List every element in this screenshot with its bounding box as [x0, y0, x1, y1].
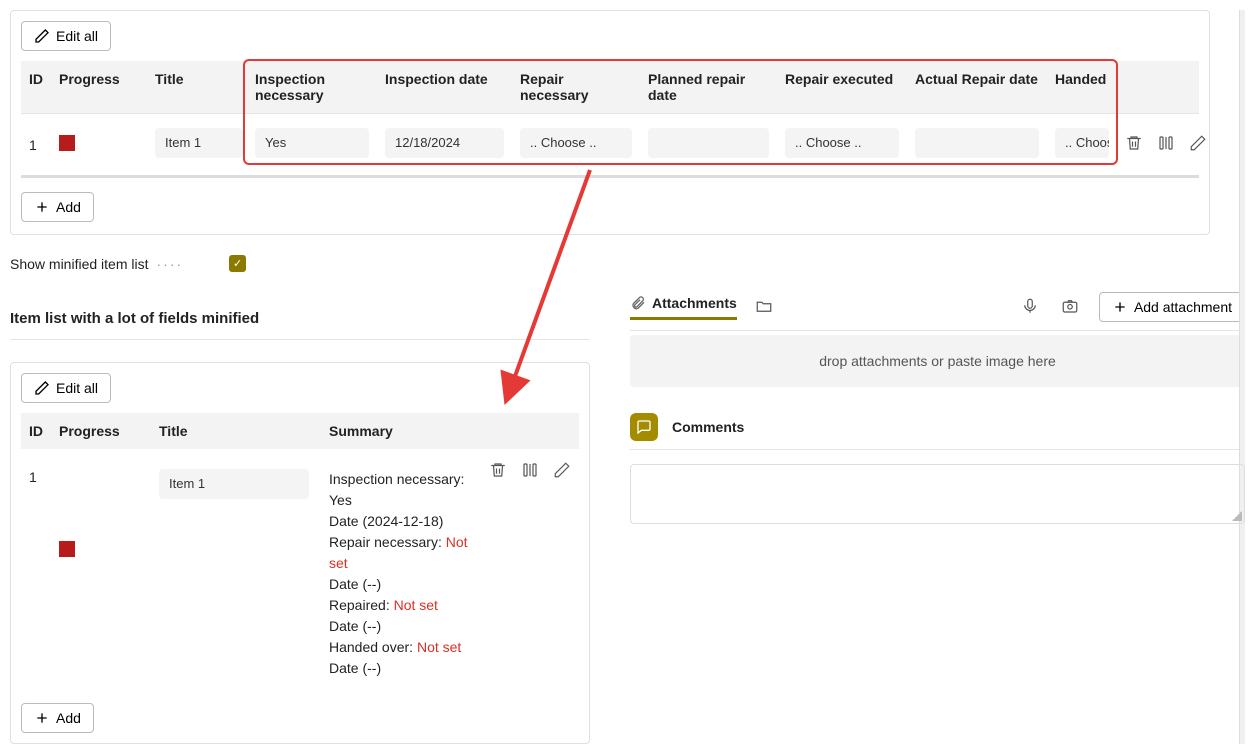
items-table-full: ID Progress Title Inspection necessary I… — [21, 61, 1199, 178]
col-id: ID — [21, 413, 51, 449]
item-list-panel-full: Edit all ID Progress Title Inspection ne… — [10, 10, 1210, 235]
cell-id: 1 — [21, 127, 51, 163]
toggle-dots-icon: ···· — [157, 256, 184, 272]
delete-row-button[interactable] — [1123, 132, 1145, 157]
edit-all-label: Edit all — [56, 380, 98, 396]
col-actions — [489, 413, 579, 449]
col-progress: Progress — [51, 61, 147, 113]
planned-repair-date-input[interactable] — [648, 128, 769, 158]
columns-icon — [521, 461, 539, 479]
edit-all-button[interactable]: Edit all — [21, 21, 111, 51]
mini-table-header: ID Progress Title Summary — [21, 413, 579, 449]
col-planned-repair-date: Planned repair date — [640, 61, 777, 113]
edit-all-button-mini[interactable]: Edit all — [21, 373, 111, 403]
pencil-icon — [34, 28, 50, 44]
plus-icon — [34, 710, 50, 726]
folder-tab-button[interactable] — [753, 295, 775, 320]
col-repair-necessary: Repair necessary — [512, 61, 640, 113]
paperclip-icon — [630, 295, 646, 311]
table-row: 1 Item 1 Yes 12/18/2024 .. Choose .. .. … — [21, 114, 1199, 178]
add-attachment-button[interactable]: Add attachment — [1099, 292, 1245, 322]
title-input[interactable]: Item 1 — [155, 128, 243, 158]
progress-indicator-icon — [59, 135, 75, 151]
attachment-drop-zone[interactable]: drop attachments or paste image here — [630, 335, 1245, 387]
mic-button[interactable] — [1019, 295, 1041, 320]
col-handed: Handed — [1047, 61, 1117, 113]
comments-header: Comments — [630, 413, 1245, 450]
add-row-button[interactable]: Add — [21, 192, 94, 222]
add-attachment-label: Add attachment — [1134, 299, 1232, 315]
trash-icon — [1125, 134, 1143, 152]
col-actions — [1117, 61, 1210, 113]
comments-icon — [630, 413, 658, 441]
col-actual-repair-date: Actual Repair date — [907, 61, 1047, 113]
pencil-icon — [1189, 134, 1207, 152]
edit-row-button[interactable] — [1187, 132, 1209, 157]
comments-title: Comments — [672, 419, 744, 435]
inspection-date-input[interactable]: 12/18/2024 — [385, 128, 504, 158]
toggle-label: Show minified item list — [10, 256, 149, 272]
section-divider — [10, 339, 590, 340]
cell-progress — [51, 459, 151, 639]
minified-section-title: Item list with a lot of fields minified — [10, 310, 590, 327]
item-list-panel-minified: Edit all ID Progress Title Summary 1 Ite… — [10, 362, 590, 744]
pencil-icon — [34, 380, 50, 396]
col-inspection-date: Inspection date — [377, 61, 512, 113]
show-minified-toggle: Show minified item list ···· ✓ — [10, 255, 1245, 272]
col-title: Title — [147, 61, 247, 113]
attachments-header: Attachments Add attachment — [630, 292, 1245, 331]
mini-table-row: 1 Item 1 Inspection necessary: Yes Date … — [21, 449, 579, 689]
tab-attachments-label: Attachments — [652, 295, 737, 311]
col-progress: Progress — [51, 413, 151, 449]
minified-checkbox[interactable]: ✓ — [229, 255, 246, 272]
pencil-icon — [553, 461, 571, 479]
table-header-row: ID Progress Title Inspection necessary I… — [21, 61, 1199, 114]
delete-row-button[interactable] — [487, 459, 509, 484]
col-inspection-necessary: Inspection necessary — [247, 61, 377, 113]
tab-attachments[interactable]: Attachments — [630, 295, 737, 320]
col-repair-executed: Repair executed — [777, 61, 907, 113]
plus-icon — [34, 199, 50, 215]
handed-select[interactable]: .. Choos — [1055, 128, 1109, 158]
columns-row-button[interactable] — [1155, 132, 1177, 157]
edit-all-label: Edit all — [56, 28, 98, 44]
plus-icon — [1112, 299, 1128, 315]
col-id: ID — [21, 61, 51, 113]
comments-textarea[interactable] — [630, 464, 1245, 524]
col-summary: Summary — [321, 413, 489, 449]
page-scroll-gutter — [1239, 10, 1245, 744]
actual-repair-date-input[interactable] — [915, 128, 1039, 158]
repair-necessary-select[interactable]: .. Choose .. — [520, 128, 632, 158]
add-row-label: Add — [56, 199, 81, 215]
add-row-label: Add — [56, 710, 81, 726]
summary-text: Inspection necessary: Yes Date (2024-12-… — [329, 469, 473, 679]
camera-button[interactable] — [1059, 295, 1081, 320]
camera-icon — [1061, 297, 1079, 315]
columns-icon — [1157, 134, 1175, 152]
folder-icon — [755, 297, 773, 315]
edit-row-button[interactable] — [551, 459, 573, 484]
progress-indicator-icon — [59, 541, 75, 557]
inspection-necessary-select[interactable]: Yes — [255, 128, 369, 158]
repair-executed-select[interactable]: .. Choose .. — [785, 128, 899, 158]
trash-icon — [489, 461, 507, 479]
add-row-button-mini[interactable]: Add — [21, 703, 94, 733]
col-title: Title — [151, 413, 321, 449]
title-input[interactable]: Item 1 — [159, 469, 309, 499]
mic-icon — [1021, 297, 1039, 315]
columns-row-button[interactable] — [519, 459, 541, 484]
cell-progress — [51, 125, 147, 164]
cell-id: 1 — [21, 459, 51, 689]
